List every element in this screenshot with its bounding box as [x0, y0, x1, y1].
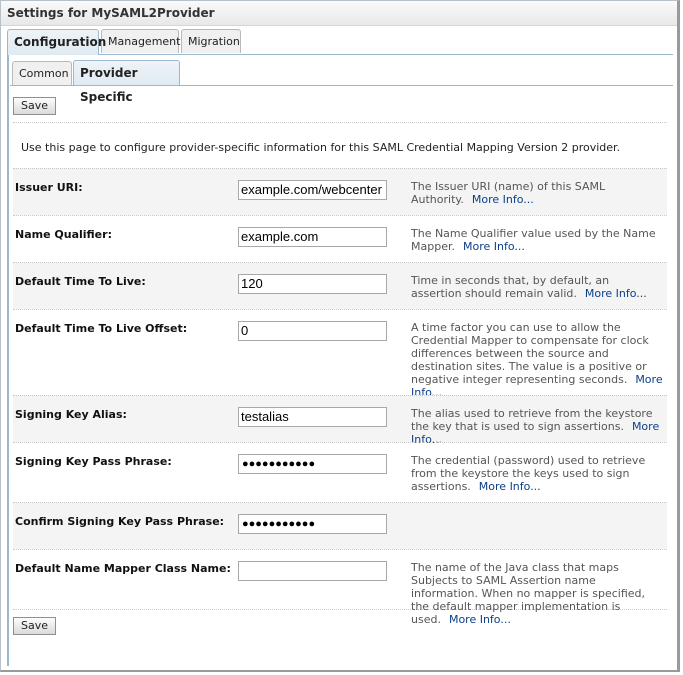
description-text: The alias used to retrieve from the keys…	[411, 407, 653, 433]
more-info-link[interactable]: More Info...	[449, 613, 511, 626]
form-row-signing-key-alias: Signing Key Alias: testalias The alias use…	[13, 395, 667, 446]
more-info-link[interactable]: More Info...	[472, 193, 534, 206]
more-info-link[interactable]: More Info...	[479, 480, 541, 493]
more-info-link[interactable]: More Info...	[585, 287, 647, 300]
settings-window: Settings for MySAML2Provider Configurati…	[0, 0, 680, 672]
more-info-link[interactable]: More Info...	[463, 240, 525, 253]
configuration-panel: Common Provider Specific Save Use this p…	[7, 54, 673, 666]
description-text: Time in seconds that, by default, an ass…	[411, 274, 610, 300]
confirm-signing-key-pass-phrase-label: Confirm Signing Key Pass Phrase:	[15, 515, 225, 528]
page-title: Settings for MySAML2Provider	[1, 1, 677, 26]
signing-key-pass-phrase-label: Signing Key Pass Phrase:	[15, 455, 172, 468]
main-tabs: Configuration Management Migration	[7, 29, 673, 55]
default-time-to-live-offset-label: Default Time To Live Offset:	[15, 322, 188, 335]
default-time-to-live-label: Default Time To Live:	[15, 275, 146, 288]
signing-key-alias-input[interactable]: testalias	[238, 407, 387, 427]
confirm-signing-key-pass-phrase-input[interactable]: ●●●●●●●●●●●	[238, 514, 387, 534]
provider-specific-form: Save Use this page to configure provider…	[13, 89, 667, 642]
save-button-top[interactable]: Save	[13, 97, 57, 115]
name-qualifier-label: Name Qualifier:	[15, 228, 112, 241]
signing-key-pass-phrase-input[interactable]: ●●●●●●●●●●●	[238, 454, 387, 474]
form-row-default-name-mapper-class-name: Default Name Mapper Class Name: The name …	[13, 549, 667, 626]
default-name-mapper-class-name-input[interactable]	[238, 561, 387, 581]
signing-key-pass-phrase-description: The credential (password) used to retrie…	[411, 454, 663, 493]
form-row-confirm-signing-key-pass-phrase: Confirm Signing Key Pass Phrase: ●●●●●●●●…	[13, 502, 667, 549]
signing-key-alias-label: Signing Key Alias:	[15, 408, 127, 421]
default-name-mapper-class-name-label: Default Name Mapper Class Name:	[15, 562, 231, 575]
default-time-to-live-offset-input[interactable]: 0	[238, 321, 387, 341]
name-qualifier-description: The Name Qualifier value used by the Nam…	[411, 227, 663, 253]
tab-common[interactable]: Common	[12, 61, 72, 85]
form-row-default-time-to-live: Default Time To Live: 120 Time in seconds …	[13, 262, 667, 309]
default-time-to-live-input[interactable]: 120	[238, 274, 387, 294]
form-row-default-time-to-live-offset: Default Time To Live Offset: 0 A time fact…	[13, 309, 667, 399]
issuer-uri-label: Issuer URI:	[15, 181, 83, 194]
description-text: A time factor you can use to allow the C…	[411, 321, 649, 386]
form-row-name-qualifier: Name Qualifier: example.com The Name Quali…	[13, 215, 667, 262]
description-text: The name of the Java class that maps Sub…	[411, 561, 646, 626]
form-row-signing-key-pass-phrase: Signing Key Pass Phrase: ●●●●●●●●●●● The c…	[13, 442, 667, 502]
description-text: The Name Qualifier value used by the Nam…	[411, 227, 656, 253]
default-time-to-live-description: Time in seconds that, by default, an ass…	[411, 274, 663, 300]
tab-management[interactable]: Management	[101, 29, 180, 53]
form-row-issuer-uri: Issuer URI: example.com/webcenter The Issu…	[13, 168, 667, 215]
intro-text: Use this page to configure provider-spec…	[21, 141, 621, 154]
sub-tabs: Common Provider Specific	[10, 58, 673, 104]
name-qualifier-input[interactable]: example.com	[238, 227, 387, 247]
issuer-uri-description: The Issuer URI (name) of this SAML Autho…	[411, 180, 663, 206]
tab-configuration[interactable]: Configuration	[7, 29, 106, 55]
signing-key-alias-description: The alias used to retrieve from the keys…	[411, 407, 663, 446]
default-time-to-live-offset-description: A time factor you can use to allow the C…	[411, 321, 663, 399]
issuer-uri-input[interactable]: example.com/webcenter	[238, 180, 387, 200]
tab-migration[interactable]: Migration	[181, 29, 241, 53]
tab-provider-specific[interactable]: Provider Specific	[73, 60, 180, 104]
save-button-bottom[interactable]: Save	[13, 617, 57, 635]
default-name-mapper-class-name-description: The name of the Java class that maps Sub…	[411, 561, 663, 626]
